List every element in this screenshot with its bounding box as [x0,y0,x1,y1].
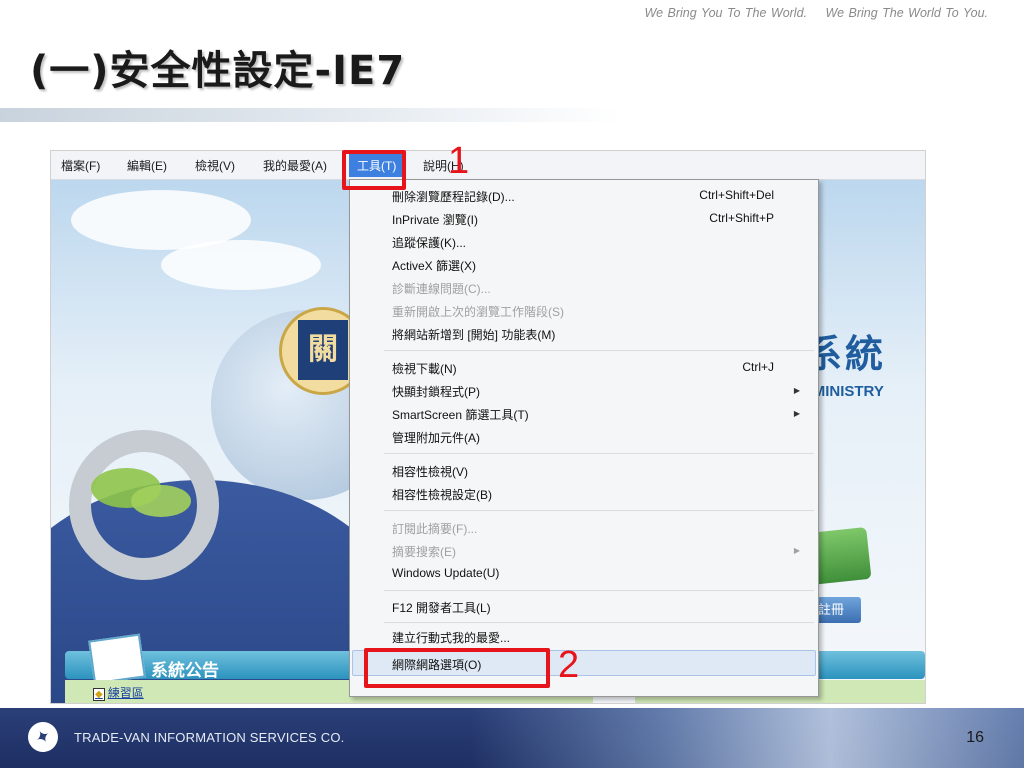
menu-diagnose-connection: 診斷連線問題(C)... [392,282,491,296]
menu-view[interactable]: 檢視(V) [195,157,235,174]
menu-compat-view[interactable]: 相容性檢視(V) [392,463,468,480]
ie-browser-screenshot: 檔案(F) 編輯(E) 檢視(V) 我的最愛(A) 工具(T) 說明(H) 關 … [50,150,926,704]
menu-subscribe-feed: 訂閱此摘要(F)... [392,522,478,536]
menu-add-to-start[interactable]: 將網站新增到 [開始] 功能表(M) [392,326,555,343]
menu-separator [384,590,814,591]
page-number: 16 [966,729,984,746]
menu-smartscreen[interactable]: SmartScreen 篩選工具(T) [392,406,529,423]
title-underline [0,108,620,122]
menu-manage-addons[interactable]: 管理附加元件(A) [392,429,480,446]
plant-graphic [131,485,191,517]
shortcut-delete-history: Ctrl+Shift+Del [699,188,774,202]
submenu-arrow-icon: ▶ [793,386,800,395]
callout-box-internet-options [364,648,550,688]
menu-separator [384,453,814,454]
menu-delete-history[interactable]: 刪除瀏覽歷程記錄(D)... [392,188,515,205]
menu-separator [384,350,814,351]
emblem-character: 關 [298,320,348,380]
shortcut-view-downloads: Ctrl+J [742,360,774,374]
menu-file[interactable]: 檔案(F) [61,157,100,174]
practice-area-link[interactable]: 練習區 [93,684,144,701]
callout-step-2: 2 [558,644,580,686]
footer-glow-decoration [470,708,1024,768]
announcement-label: 系統公告 [151,661,219,680]
menu-windows-update[interactable]: Windows Update(U) [392,566,499,580]
slide-footer: ✦ TRADE-VAN INFORMATION SERVICES CO. 16 [0,708,1024,768]
callout-box-tools-menu [342,150,406,190]
menu-separator [384,510,814,511]
slide-tagline: We Bring You To The World. We Bring The … [631,6,988,20]
menu-popup-blocker[interactable]: 快顯封鎖程式(P) [392,383,480,400]
menu-feed-discovery: 摘要搜索(E) [392,545,456,559]
menu-edit[interactable]: 編輯(E) [127,157,167,174]
tools-dropdown-menu: 刪除瀏覽歷程記錄(D)... Ctrl+Shift+Del InPrivate … [349,179,819,697]
menu-mobile-favorites[interactable]: 建立行動式我的最愛... [392,629,510,646]
menu-inprivate[interactable]: InPrivate 瀏覽(I) [392,211,478,228]
menu-tracking-protection[interactable]: 追蹤保護(K)... [392,234,466,251]
announcement-icon [88,633,146,685]
menu-f12-devtools[interactable]: F12 開發者工具(L) [392,599,491,616]
tagline-1: We Bring You To The World. [644,6,808,20]
menu-favorites[interactable]: 我的最愛(A) [263,157,327,174]
menu-compat-settings[interactable]: 相容性檢視設定(B) [392,486,492,503]
tagline-2: We Bring The World To You. [825,6,989,20]
cloud-decoration [161,240,321,290]
submenu-arrow-icon: ▶ [793,546,800,555]
shortcut-inprivate: Ctrl+Shift+P [709,211,774,225]
submenu-arrow-icon: ▶ [793,409,800,418]
company-logo-icon: ✦ [22,716,64,758]
menu-separator [384,622,814,623]
callout-step-1: 1 [448,140,470,182]
ie-menubar: 檔案(F) 編輯(E) 檢視(V) 我的最愛(A) 工具(T) 說明(H) [51,151,925,180]
menu-reopen-session: 重新開啟上次的瀏覽工作階段(S) [392,305,564,319]
footer-company-name: TRADE-VAN INFORMATION SERVICES CO. [74,730,345,745]
slide-title: (一)安全性設定-IE7 [30,48,406,94]
menu-view-downloads[interactable]: 檢視下載(N) [392,360,457,377]
menu-activex-filter[interactable]: ActiveX 篩選(X) [392,257,476,274]
